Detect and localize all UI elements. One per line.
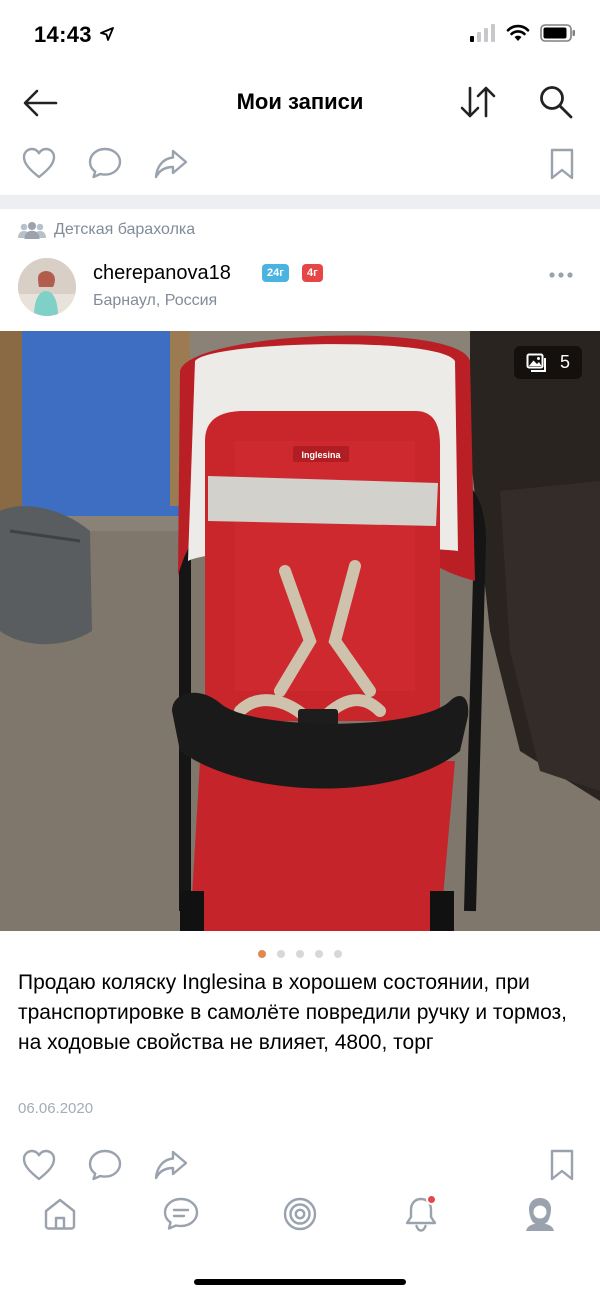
share-icon[interactable] [153, 1149, 189, 1181]
status-time: 14:43 [34, 22, 92, 47]
previous-post-actions [0, 140, 600, 190]
post-author: cherepanova18 24г 4г Барнаул, Россия [18, 258, 582, 318]
comment-icon[interactable] [87, 1148, 123, 1182]
location-arrow-icon [100, 27, 114, 41]
cellular-signal-icon [470, 24, 495, 42]
home-indicator [194, 1279, 406, 1285]
comment-icon[interactable] [87, 146, 123, 180]
post-separator [0, 195, 600, 209]
photo-count: 5 [559, 352, 570, 372]
pagination-dot[interactable] [315, 950, 323, 958]
discover-icon[interactable] [281, 1196, 319, 1232]
status-bar: 14:43 [0, 0, 600, 70]
pagination-dot[interactable] [277, 950, 285, 958]
group-name[interactable]: Детская барахолка [54, 221, 195, 239]
gallery-icon [526, 353, 546, 372]
status-badge: 4г [302, 264, 323, 282]
tab-bar [0, 1190, 600, 1240]
community-icon [18, 222, 46, 239]
navigation-bar: Мои записи [0, 70, 600, 134]
page-title: Мои записи [236, 89, 364, 114]
pagination-dot[interactable] [334, 950, 342, 958]
search-icon[interactable] [538, 84, 574, 120]
sort-icon[interactable] [458, 84, 498, 120]
author-location: Барнаул, Россия [93, 292, 218, 309]
bookmark-icon[interactable] [548, 147, 576, 181]
more-options-icon[interactable] [548, 268, 574, 282]
heart-icon[interactable] [21, 1148, 57, 1182]
post-actions [0, 1144, 600, 1184]
wifi-icon [506, 24, 530, 41]
post-photo[interactable]: Inglesina [0, 331, 600, 931]
pagination-dot[interactable] [296, 950, 304, 958]
photo-pagination [0, 950, 600, 958]
author-name[interactable]: cherepanova18 [93, 262, 231, 285]
photo-brand-label: Inglesina [301, 450, 341, 460]
pagination-dot-active[interactable] [258, 950, 266, 958]
profile-icon[interactable] [522, 1195, 558, 1233]
group-source[interactable]: Детская барахолка [18, 221, 195, 239]
home-icon[interactable] [42, 1196, 78, 1232]
avatar[interactable] [18, 258, 76, 316]
post-text: Продаю коляску Inglesina в хорошем состо… [18, 971, 567, 1054]
photo-counter: 5 [514, 346, 582, 379]
messages-icon[interactable] [162, 1196, 200, 1232]
share-icon[interactable] [153, 148, 189, 180]
bookmark-icon[interactable] [548, 1148, 576, 1182]
age-badge: 24г [262, 264, 289, 282]
notification-indicator [426, 1194, 437, 1205]
battery-icon [540, 24, 575, 42]
stroller-photo: Inglesina [0, 331, 600, 931]
post-date[interactable]: 06.06.2020 [18, 1100, 93, 1117]
heart-icon[interactable] [21, 146, 57, 180]
